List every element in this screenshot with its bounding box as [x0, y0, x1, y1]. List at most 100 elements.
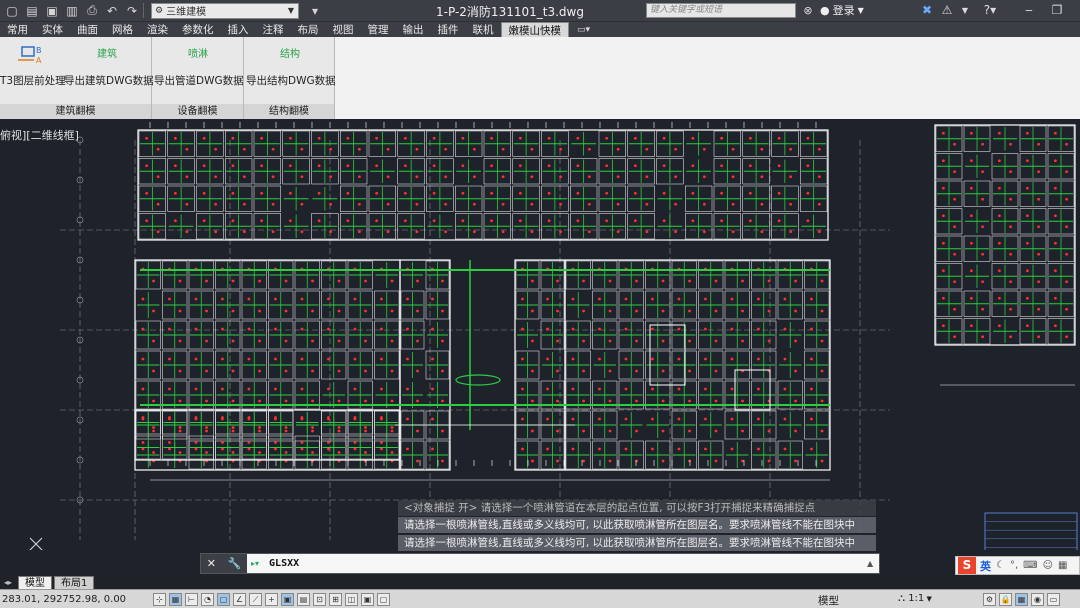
workspace-select[interactable]: ⚙ 三维建模 ▼: [151, 2, 299, 19]
wrench-icon[interactable]: 🔧: [228, 557, 242, 570]
tab-5[interactable]: 渲染: [140, 22, 175, 38]
model-icon[interactable]: ▣: [361, 592, 374, 606]
sprinkler-head: [274, 327, 277, 331]
sprinkler-head: [1054, 214, 1057, 218]
sprinkler-head: [748, 164, 752, 168]
hardware-accel-icon[interactable]: ▦: [1015, 593, 1028, 606]
help-icon[interactable]: ?▾: [976, 2, 1004, 19]
app-store-icon[interactable]: ⚠: [938, 2, 956, 19]
command-prompt-icon[interactable]: ▸▾: [251, 559, 259, 568]
layout-icon[interactable]: ▢: [377, 592, 390, 606]
tab-model[interactable]: 模型: [18, 576, 53, 589]
quick-access-menu-icon[interactable]: ▾: [307, 3, 323, 19]
restore-window-icon[interactable]: ❐: [1048, 2, 1066, 19]
user-login[interactable]: ● 登录 ▼: [820, 2, 864, 18]
export-pipe-button[interactable]: 喷淋 导出管道DWG数据: [154, 43, 244, 88]
skin-icon[interactable]: ▦: [1058, 560, 1067, 571]
grid-icon[interactable]: ▦: [169, 592, 182, 606]
sprinkler-head: [714, 339, 718, 343]
ribbon-minimize-icon[interactable]: ▭▾: [577, 25, 590, 35]
transparency-icon[interactable]: ▤: [297, 592, 310, 606]
sprinkler-head: [173, 136, 177, 140]
tab-6[interactable]: 参数化: [175, 22, 221, 38]
save-icon[interactable]: ▣: [44, 3, 60, 19]
am-icon[interactable]: ◫: [345, 592, 358, 606]
sprinkler-head: [432, 191, 436, 195]
tab-12[interactable]: 输出: [396, 22, 431, 38]
sprinkler-head: [556, 429, 559, 433]
export-building-button[interactable]: 建筑 导出建筑DWG数据: [64, 43, 154, 88]
punctuation-icon[interactable]: °,: [1010, 560, 1018, 571]
drawing-canvas[interactable]: [0, 120, 1080, 550]
open-file-icon[interactable]: ▤: [24, 3, 40, 19]
tab-4[interactable]: 网格: [105, 22, 140, 38]
sprinkler-head: [1054, 269, 1057, 273]
otrack-icon[interactable]: ∠: [233, 592, 246, 606]
exchange-icon[interactable]: ✖: [918, 2, 936, 19]
tab-14[interactable]: 联机: [466, 22, 501, 38]
tab-1[interactable]: 常用: [0, 22, 35, 38]
viewport-label[interactable]: 俯视][二维线框]: [0, 127, 79, 143]
chevron-up-icon[interactable]: ▲: [867, 559, 879, 568]
lineweight-icon[interactable]: ▣: [281, 592, 294, 606]
sprinkler-head: [820, 279, 824, 283]
redo-icon[interactable]: ↷: [124, 3, 140, 19]
command-input[interactable]: [269, 558, 830, 569]
search-input[interactable]: 键入关键字或短语: [646, 3, 796, 18]
new-file-icon[interactable]: ▢: [4, 3, 20, 19]
tab-10[interactable]: 视图: [326, 22, 361, 38]
coordinate-readout[interactable]: 283.01, 292752.98, 0.00: [0, 594, 150, 605]
minimize-icon[interactable]: ‒: [1020, 2, 1038, 19]
annotation-scale[interactable]: ⛬ 1:1 ▼: [898, 593, 932, 604]
tab-7[interactable]: 插入: [221, 22, 256, 38]
moon-icon[interactable]: ☾: [996, 560, 1005, 571]
tab-11[interactable]: 管理: [361, 22, 396, 38]
export-structure-button[interactable]: 结构 导出结构DWG数据: [246, 43, 336, 88]
fullscreen-icon[interactable]: ▭: [1047, 593, 1060, 606]
keyboard-icon[interactable]: ⌨: [1023, 560, 1037, 571]
tab-3[interactable]: 曲面: [70, 22, 105, 38]
lock-icon[interactable]: 🔒: [999, 593, 1012, 606]
layer-preprocess-button[interactable]: B A T3图层前处理: [0, 43, 66, 88]
sc-icon[interactable]: ⊞: [329, 592, 342, 606]
ortho-icon[interactable]: ⊢: [185, 592, 198, 606]
osnap-icon[interactable]: ▢: [217, 592, 230, 606]
sprinkler-head: [953, 280, 956, 284]
ducs-icon[interactable]: ⟋: [249, 592, 262, 606]
model-space-label[interactable]: 模型: [818, 593, 839, 608]
dyn-icon[interactable]: +: [265, 592, 278, 606]
sprinkler-head: [731, 230, 735, 234]
tab-13[interactable]: 插件: [431, 22, 466, 38]
close-icon[interactable]: ✕: [207, 557, 216, 570]
sprinkler-head: [794, 339, 797, 343]
stay-connected-icon[interactable]: ▼: [956, 2, 974, 19]
sprinkler-head: [390, 279, 394, 283]
sprinkler-head: [431, 357, 434, 361]
undo-icon[interactable]: ↶: [104, 3, 120, 19]
isolate-icon[interactable]: ◉: [1031, 593, 1044, 606]
sogou-logo-icon[interactable]: S: [958, 557, 976, 574]
sprinkler-head: [556, 399, 559, 403]
sprinkler-head: [530, 202, 534, 206]
workspace-switch-icon[interactable]: ⚙: [983, 593, 996, 606]
sprinkler-head: [247, 297, 251, 301]
tab-2[interactable]: 实体: [35, 22, 70, 38]
print-icon[interactable]: ⎙: [84, 3, 100, 19]
qp-icon[interactable]: ⊡: [313, 592, 326, 606]
sprinkler-head: [145, 219, 149, 223]
tab-15[interactable]: 嫩模山快模: [500, 21, 569, 38]
ime-mode[interactable]: 英: [980, 558, 991, 574]
tab-8[interactable]: 注释: [256, 22, 291, 38]
sprinkler-head: [403, 136, 407, 140]
nav-arrows-icon[interactable]: ◂▸: [4, 578, 12, 587]
save-as-icon[interactable]: ▥: [64, 3, 80, 19]
tab-9[interactable]: 布局: [291, 22, 326, 38]
binoculars-icon[interactable]: ⊗: [800, 3, 816, 18]
snap-icon[interactable]: ⊹: [153, 592, 166, 606]
sprinkler-head: [981, 335, 984, 339]
sprinkler-head: [1065, 142, 1068, 146]
polar-icon[interactable]: ◔: [201, 592, 214, 606]
tab-layout1[interactable]: 布局1: [54, 576, 95, 589]
sprinkler-head: [981, 280, 984, 284]
user-icon[interactable]: ☺: [1043, 560, 1053, 571]
